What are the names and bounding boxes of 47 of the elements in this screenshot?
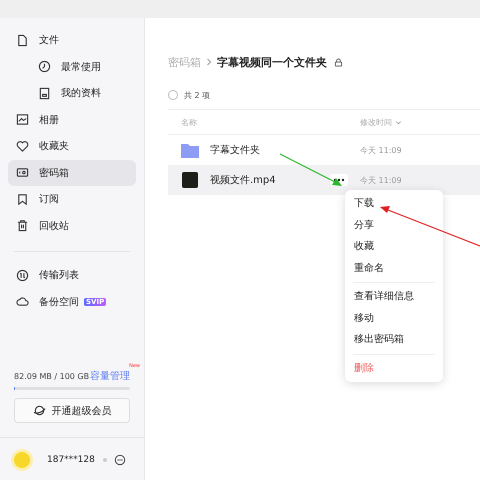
sidebar-item[interactable]: 文件 — [8, 27, 136, 54]
photo-icon — [16, 113, 29, 126]
document-icon — [38, 86, 51, 100]
lock-icon — [334, 58, 343, 66]
file-row[interactable]: 视频文件.mp4 今天 11:09 — [168, 165, 480, 195]
folder-title: 字幕视频同一个文件夹 — [217, 54, 327, 70]
clock-icon — [38, 60, 51, 74]
annotation-arrow — [278, 152, 344, 188]
video-thumbnail — [182, 172, 198, 188]
sidebar-item[interactable]: 回收站 — [8, 212, 136, 239]
more-icon[interactable] — [114, 454, 126, 466]
transfer-icon — [16, 268, 29, 282]
menu-item[interactable]: 移出密码箱 — [345, 329, 443, 350]
menu-item[interactable]: 重命名 — [345, 258, 443, 279]
sort-icon[interactable] — [395, 118, 402, 126]
status-dot — [102, 458, 107, 462]
bookmark-icon — [16, 192, 29, 206]
sidebar-item[interactable]: 相册 — [8, 106, 136, 133]
user-name: 187***128 — [47, 455, 95, 465]
file-row[interactable]: 字幕文件夹 今天 11:09 — [168, 135, 480, 165]
sidebar-item[interactable]: 传输列表 — [8, 262, 136, 288]
item-count: 共 2 项 — [184, 90, 210, 100]
menu-item[interactable]: 收藏 — [345, 236, 443, 258]
safe-icon — [16, 166, 29, 180]
sidebar-item[interactable]: 收藏夹 — [8, 133, 136, 160]
chevron-icon — [206, 58, 212, 66]
modified-time: 今天 11:09 — [360, 174, 402, 186]
file-icon — [16, 34, 29, 47]
sidebar-item[interactable]: 订阅 — [8, 186, 136, 212]
menu-item[interactable]: 分享 — [345, 214, 443, 236]
storage-usage: 82.09 MB / 100 GB — [14, 372, 90, 380]
cloud-icon — [16, 295, 29, 308]
file-name: 视频文件.mp4 — [210, 174, 277, 187]
upgrade-button[interactable]: 开通超级会员 — [14, 398, 130, 423]
file-name: 字幕文件夹 — [210, 144, 261, 157]
select-all-checkbox[interactable] — [168, 90, 178, 100]
menu-item[interactable]: 移动 — [345, 308, 443, 329]
menu-item[interactable]: 下载 — [345, 193, 443, 214]
modified-time: 今天 11:09 — [360, 144, 402, 156]
trash-icon — [16, 219, 29, 232]
folder-icon — [181, 142, 199, 158]
planet-icon — [32, 404, 46, 417]
sidebar-item[interactable]: 我的资料 — [8, 80, 136, 106]
sidebar-item[interactable]: 最常使用 — [8, 54, 136, 80]
sidebar-item[interactable]: 密码箱 — [8, 160, 136, 186]
heart-icon — [16, 140, 29, 153]
menu-item[interactable]: 查看详细信息 — [345, 286, 443, 308]
